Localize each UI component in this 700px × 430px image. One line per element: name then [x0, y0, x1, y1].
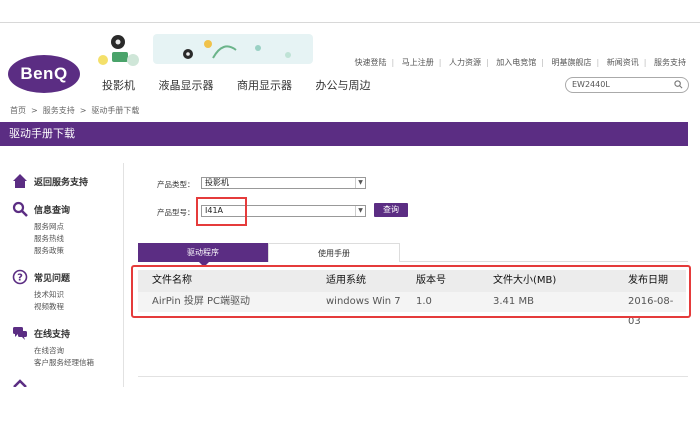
separator: |: [391, 58, 395, 67]
sidebar-item-service-points[interactable]: 服务网点: [34, 221, 64, 232]
sidebar-item-online-consult[interactable]: 在线咨询: [34, 345, 64, 356]
nav-business-display[interactable]: 商用显示器: [237, 79, 292, 92]
sidebar: 返回服务支持 信息查询 服务网点 服务热线 服务政策 ? 常见问题 技术知识 视…: [0, 163, 124, 387]
nav-monitor[interactable]: 液晶显示器: [159, 79, 214, 92]
search-icon[interactable]: [674, 80, 683, 89]
highlight-box-table: [131, 265, 691, 318]
model-label: 产品型号：: [157, 208, 195, 217]
search-input[interactable]: EW2440L: [565, 77, 689, 93]
breadcrumb-support[interactable]: 服务支持: [43, 106, 75, 115]
highlight-box-model: [196, 197, 247, 226]
question-icon: ?: [12, 269, 28, 285]
breadcrumb-home[interactable]: 首页: [10, 106, 26, 115]
search-value: EW2440L: [572, 80, 610, 89]
breadcrumb-current: 驱动手册下载: [91, 106, 140, 115]
chat-icon: [13, 327, 27, 340]
top-link-register[interactable]: 马上注册: [402, 58, 434, 67]
sidebar-section-title: 在线支持: [34, 329, 71, 340]
sidebar-item-tech-knowledge[interactable]: 技术知识: [34, 289, 64, 300]
sidebar-item-video-tutorials[interactable]: 视频教程: [34, 301, 64, 312]
breadcrumb: 首页 > 服务支持 > 驱动手册下载: [10, 105, 139, 116]
nav-office[interactable]: 办公与周边: [316, 79, 371, 92]
top-link-login[interactable]: 快速登陆: [355, 58, 387, 67]
separator: |: [541, 58, 544, 67]
sidebar-back-label: 返回服务支持: [34, 177, 89, 188]
chevron-down-icon: ▼: [355, 206, 365, 216]
sidebar-item-hotline[interactable]: 服务热线: [34, 233, 64, 244]
top-link-esports[interactable]: 加入电竞馆: [496, 58, 536, 67]
top-link-news[interactable]: 新闻资讯: [607, 58, 639, 67]
separator: |: [596, 58, 600, 67]
category-label: 产品类型：: [157, 180, 195, 189]
query-button[interactable]: 查询: [374, 203, 408, 217]
search-icon: [12, 201, 28, 217]
header-banner-illustration: [98, 34, 313, 66]
tab-drivers[interactable]: 驱动程序: [138, 243, 268, 262]
breadcrumb-separator: >: [31, 106, 38, 115]
category-select[interactable]: 投影机 ▼: [201, 177, 366, 189]
nav-projector[interactable]: 投影机: [102, 79, 135, 92]
sidebar-section-faq[interactable]: ? 常见问题: [12, 269, 70, 285]
sidebar-section-title: 常见问题: [34, 273, 71, 284]
top-link-support[interactable]: 服务支持: [654, 58, 686, 67]
top-link-store[interactable]: 明基旗舰店: [552, 58, 592, 67]
home-icon: [13, 174, 27, 188]
sidebar-section-online[interactable]: 在线支持: [12, 325, 70, 341]
chevron-down-icon: ▼: [355, 178, 365, 188]
top-link-hr[interactable]: 人力资源: [449, 58, 481, 67]
sidebar-section-title: 信息查询: [34, 205, 71, 216]
separator: |: [438, 58, 442, 67]
main-nav: 投影机 液晶显示器 商用显示器 办公与周边: [102, 77, 391, 93]
tab-manuals[interactable]: 使用手册: [268, 243, 400, 262]
top-divider: [0, 22, 700, 23]
sidebar-item-policy[interactable]: 服务政策: [34, 245, 64, 256]
separator: |: [643, 58, 647, 67]
tools-icon: [13, 379, 27, 387]
top-links: 快速登陆 | 马上注册 | 人力资源 | 加入电竞馆 | 明基旗舰店 | 新闻资讯 | 服务…: [355, 57, 687, 68]
category-value: 投影机: [205, 178, 229, 187]
sidebar-back[interactable]: 返回服务支持: [12, 173, 88, 189]
benq-logo[interactable]: BenQ: [8, 55, 80, 93]
sidebar-item-manager-mailbox[interactable]: 客户服务经理信箱: [34, 357, 94, 368]
page-title-bar: 驱动手册下载: [0, 122, 688, 146]
breadcrumb-separator: >: [79, 106, 87, 115]
page-title: 驱动手册下载: [9, 127, 75, 140]
sidebar-section-info[interactable]: 信息查询: [12, 201, 70, 217]
svg-text:?: ?: [17, 273, 23, 284]
separator: |: [486, 58, 489, 67]
content-bottom-divider: [138, 376, 688, 377]
